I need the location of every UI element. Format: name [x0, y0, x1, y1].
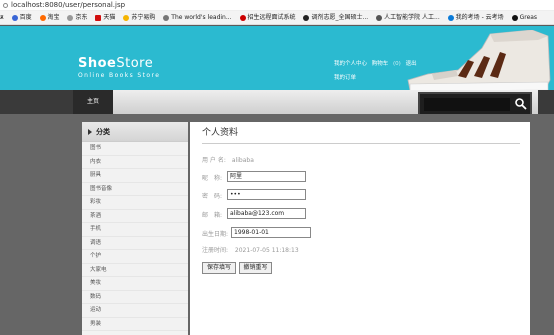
bookmark-jd[interactable]: 京东: [67, 11, 87, 24]
nickname-field[interactable]: 阿里: [227, 171, 306, 182]
sidebar-item[interactable]: 图书: [82, 142, 188, 156]
regtime-row: 注册时间: 2021-07-05 11:18:13: [202, 245, 299, 254]
title-divider: [202, 143, 520, 144]
info-icon[interactable]: [3, 2, 8, 8]
bookmark-apps[interactable]: ѫ: [0, 11, 4, 24]
sidebar-item[interactable]: 男装: [82, 318, 188, 331]
email-label: 邮 箱:: [202, 212, 223, 219]
site-header: ShoeStore Online Books Store 我的个人中心 购物车 …: [0, 26, 554, 90]
page-root: localhost:8080/user/personal.jsp ѫ 百度 淘宝…: [0, 0, 554, 335]
password-label: 密 码:: [202, 193, 223, 200]
search-icon[interactable]: [514, 97, 528, 111]
password-row: 密 码:: [202, 191, 230, 200]
bookmark-ai[interactable]: 人工智能学院 人工...: [376, 11, 440, 24]
bookmark-interview[interactable]: 招生远程面试系统: [239, 11, 296, 24]
regtime-value: 2021-07-05 11:18:13: [234, 247, 299, 254]
tmall-icon: [95, 14, 102, 21]
sidebar-item[interactable]: 手机: [82, 223, 188, 237]
birthday-field[interactable]: 1998-01-01: [231, 227, 311, 238]
black-logo-icon: [303, 14, 310, 21]
taobao-icon: [39, 14, 46, 21]
red-logo-icon: [239, 14, 246, 21]
site-tagline: Online Books Store: [78, 72, 161, 79]
address-bar[interactable]: localhost:8080/user/personal.jsp: [0, 0, 554, 11]
bookmark-tmall[interactable]: 天猫: [95, 11, 115, 24]
bookmark-taobao[interactable]: 淘宝: [39, 11, 60, 24]
suning-icon: [123, 14, 130, 21]
sidebar-item[interactable]: 内衣: [82, 156, 188, 169]
email-row: 邮 箱:: [202, 210, 230, 219]
user-center-link[interactable]: 我的个人中心: [334, 61, 367, 67]
username-row: 用 户 名: alibaba: [202, 155, 254, 164]
bookmarks-bar: ѫ 百度 淘宝 京东 天猫 苏宁易购 The world's leadin...…: [0, 11, 554, 25]
sidebar-item[interactable]: 个护: [82, 250, 188, 264]
sneaker-image: [407, 30, 551, 90]
birthday-label: 出生日期:: [202, 231, 229, 238]
cloud-icon: [447, 14, 454, 21]
sidebar-item[interactable]: 数码: [82, 291, 188, 304]
sidebar-item[interactable]: 调语: [82, 237, 188, 250]
reset-button[interactable]: 撤销重写: [239, 262, 272, 274]
nav-home[interactable]: 主页: [73, 90, 113, 114]
save-button[interactable]: 保存填写: [202, 262, 236, 274]
category-sidebar: 分类 图书 内衣 厨具 图书音像 彩妆 茶酒 手机 调语 个护 大家电 美妆 数…: [82, 122, 188, 335]
sidebar-item[interactable]: 彩妆: [82, 196, 188, 210]
search-input[interactable]: [424, 98, 510, 111]
bookmark-adjust[interactable]: 调剂志愿_全国硕士...: [303, 11, 368, 24]
baidu-icon: [11, 14, 18, 21]
sidebar-header: 分类: [82, 122, 188, 142]
email-field[interactable]: alibaba@123.com: [227, 208, 306, 219]
globe-icon: [376, 14, 383, 21]
orders-link[interactable]: 我的订单: [334, 73, 356, 81]
bookmark-baidu[interactable]: 百度: [11, 11, 32, 24]
page-title: 个人资料: [202, 128, 239, 138]
password-field[interactable]: •••: [227, 189, 306, 200]
birthday-row: 出生日期:: [202, 229, 230, 238]
bookmark-world[interactable]: The world's leadin...: [163, 11, 232, 24]
bookmark-suning[interactable]: 苏宁易购: [123, 11, 155, 24]
jd-icon: [67, 14, 74, 21]
sidebar-item[interactable]: 美妆: [82, 277, 188, 291]
play-icon: [88, 129, 92, 135]
nickname-label: 昵 称:: [202, 175, 223, 182]
search-box: [418, 92, 532, 116]
sidebar-item[interactable]: 图书音像: [82, 183, 188, 196]
url-text[interactable]: localhost:8080/user/personal.jsp: [11, 1, 125, 9]
regtime-label: 注册时间:: [202, 247, 229, 254]
username-label: 用 户 名:: [202, 157, 226, 164]
bookmark-greasy[interactable]: Greas: [511, 11, 537, 24]
globe-icon: [163, 14, 170, 21]
bookmark-exam[interactable]: 我的考场 - 云考场: [447, 11, 504, 24]
sidebar-item[interactable]: 大家电: [82, 264, 188, 277]
profile-panel: 个人资料 用 户 名: alibaba 昵 称: 阿里 密 码: ••• 邮 箱…: [190, 122, 530, 335]
sidebar-item[interactable]: 运动: [82, 304, 188, 318]
sidebar-item[interactable]: 茶酒: [82, 210, 188, 223]
sidebar-item[interactable]: 厨具: [82, 169, 188, 183]
cart-link[interactable]: 购物车: [372, 61, 389, 67]
greasyfork-icon: [511, 14, 518, 21]
username-value: alibaba: [231, 157, 254, 164]
nickname-row: 昵 称:: [202, 173, 230, 182]
site-logo[interactable]: ShoeStore: [78, 56, 153, 71]
